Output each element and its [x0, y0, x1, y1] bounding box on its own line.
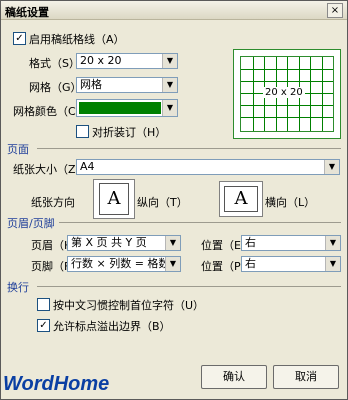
fold-binding-checkbox[interactable] [76, 125, 89, 138]
format-value: 20 x 20 [80, 54, 122, 67]
preview-grid-line [241, 69, 333, 70]
preview-grid-line [241, 105, 333, 106]
portrait-page-icon: A [99, 183, 129, 215]
title-bar: 稿纸设置 × [1, 1, 347, 20]
divider [37, 148, 341, 149]
chevron-down-icon: ▼ [325, 257, 340, 271]
portrait-label: 纵向（T） [137, 196, 188, 209]
grid-preview: 20 x 20 [233, 49, 341, 139]
preview-grid-line [241, 81, 333, 82]
preview-grid-line [241, 117, 333, 118]
header-select[interactable]: 第 X 页 共 Y 页 ▼ [67, 235, 181, 251]
footer-position-select[interactable]: 右 ▼ [241, 256, 341, 272]
header-footer-section-title: 页眉/页脚 [7, 217, 55, 230]
chevron-down-icon: ▼ [162, 54, 177, 68]
format-select[interactable]: 20 x 20 ▼ [76, 53, 178, 69]
chevron-down-icon: ▼ [165, 257, 180, 271]
header-value: 第 X 页 共 Y 页 [71, 236, 147, 249]
enable-grid-checkbox[interactable]: ✓ [13, 32, 26, 45]
chevron-down-icon: ▼ [162, 78, 177, 92]
close-icon[interactable]: × [327, 3, 343, 18]
footer-select[interactable]: 行数 × 列数 = 格数 ▼ [67, 256, 181, 272]
dialog-title: 稿纸设置 [5, 6, 49, 19]
punct-overflow-label: 允许标点溢出边界（B） [53, 320, 171, 333]
footer-position-value: 右 [245, 257, 256, 270]
chevron-down-icon: ▼ [162, 100, 177, 116]
fold-binding-label: 对折装订（H） [92, 126, 167, 139]
chevron-down-icon: ▼ [325, 236, 340, 250]
chinese-control-label: 按中文习惯控制首位字符（U） [53, 299, 205, 312]
header-position-select[interactable]: 右 ▼ [241, 235, 341, 251]
enable-grid-label: 启用稿纸格线（A） [29, 33, 125, 46]
landscape-button[interactable]: A [219, 181, 263, 217]
preview-text: 20 x 20 [263, 87, 305, 98]
chinese-control-checkbox[interactable] [37, 298, 50, 311]
page-settings-dialog: 稿纸设置 × ✓ 启用稿纸格线（A） 格式（S） 20 x 20 ▼ 网格（G）… [0, 0, 348, 400]
wrap-section-title: 换行 [7, 281, 29, 294]
divider [59, 222, 341, 223]
grid-label: 网格（G） [29, 81, 82, 94]
grid-color-select[interactable]: ▼ [76, 99, 178, 117]
paper-size-select[interactable]: A4 ▼ [76, 159, 340, 175]
landscape-label: 横向（L） [265, 196, 316, 209]
grid-select[interactable]: 网格 ▼ [76, 77, 178, 93]
portrait-button[interactable]: A [93, 179, 135, 219]
ok-button[interactable]: 确认 [201, 365, 267, 389]
footer-value: 行数 × 列数 = 格数 [71, 257, 170, 270]
divider [37, 286, 341, 287]
wordhome-logo: WordHome [3, 373, 110, 395]
format-label: 格式（S） [29, 57, 80, 70]
landscape-page-icon: A [224, 186, 258, 212]
grid-value: 网格 [80, 78, 102, 91]
cancel-button[interactable]: 取消 [273, 365, 339, 389]
paper-size-value: A4 [80, 160, 95, 173]
orientation-label: 纸张方向 [31, 196, 75, 209]
punct-overflow-checkbox[interactable]: ✓ [37, 319, 50, 332]
preview-grid: 20 x 20 [240, 56, 334, 132]
chevron-down-icon: ▼ [165, 236, 180, 250]
page-section-title: 页面 [7, 143, 29, 156]
grid-color-swatch [79, 102, 161, 114]
header-position-value: 右 [245, 236, 256, 249]
chevron-down-icon: ▼ [324, 160, 339, 174]
